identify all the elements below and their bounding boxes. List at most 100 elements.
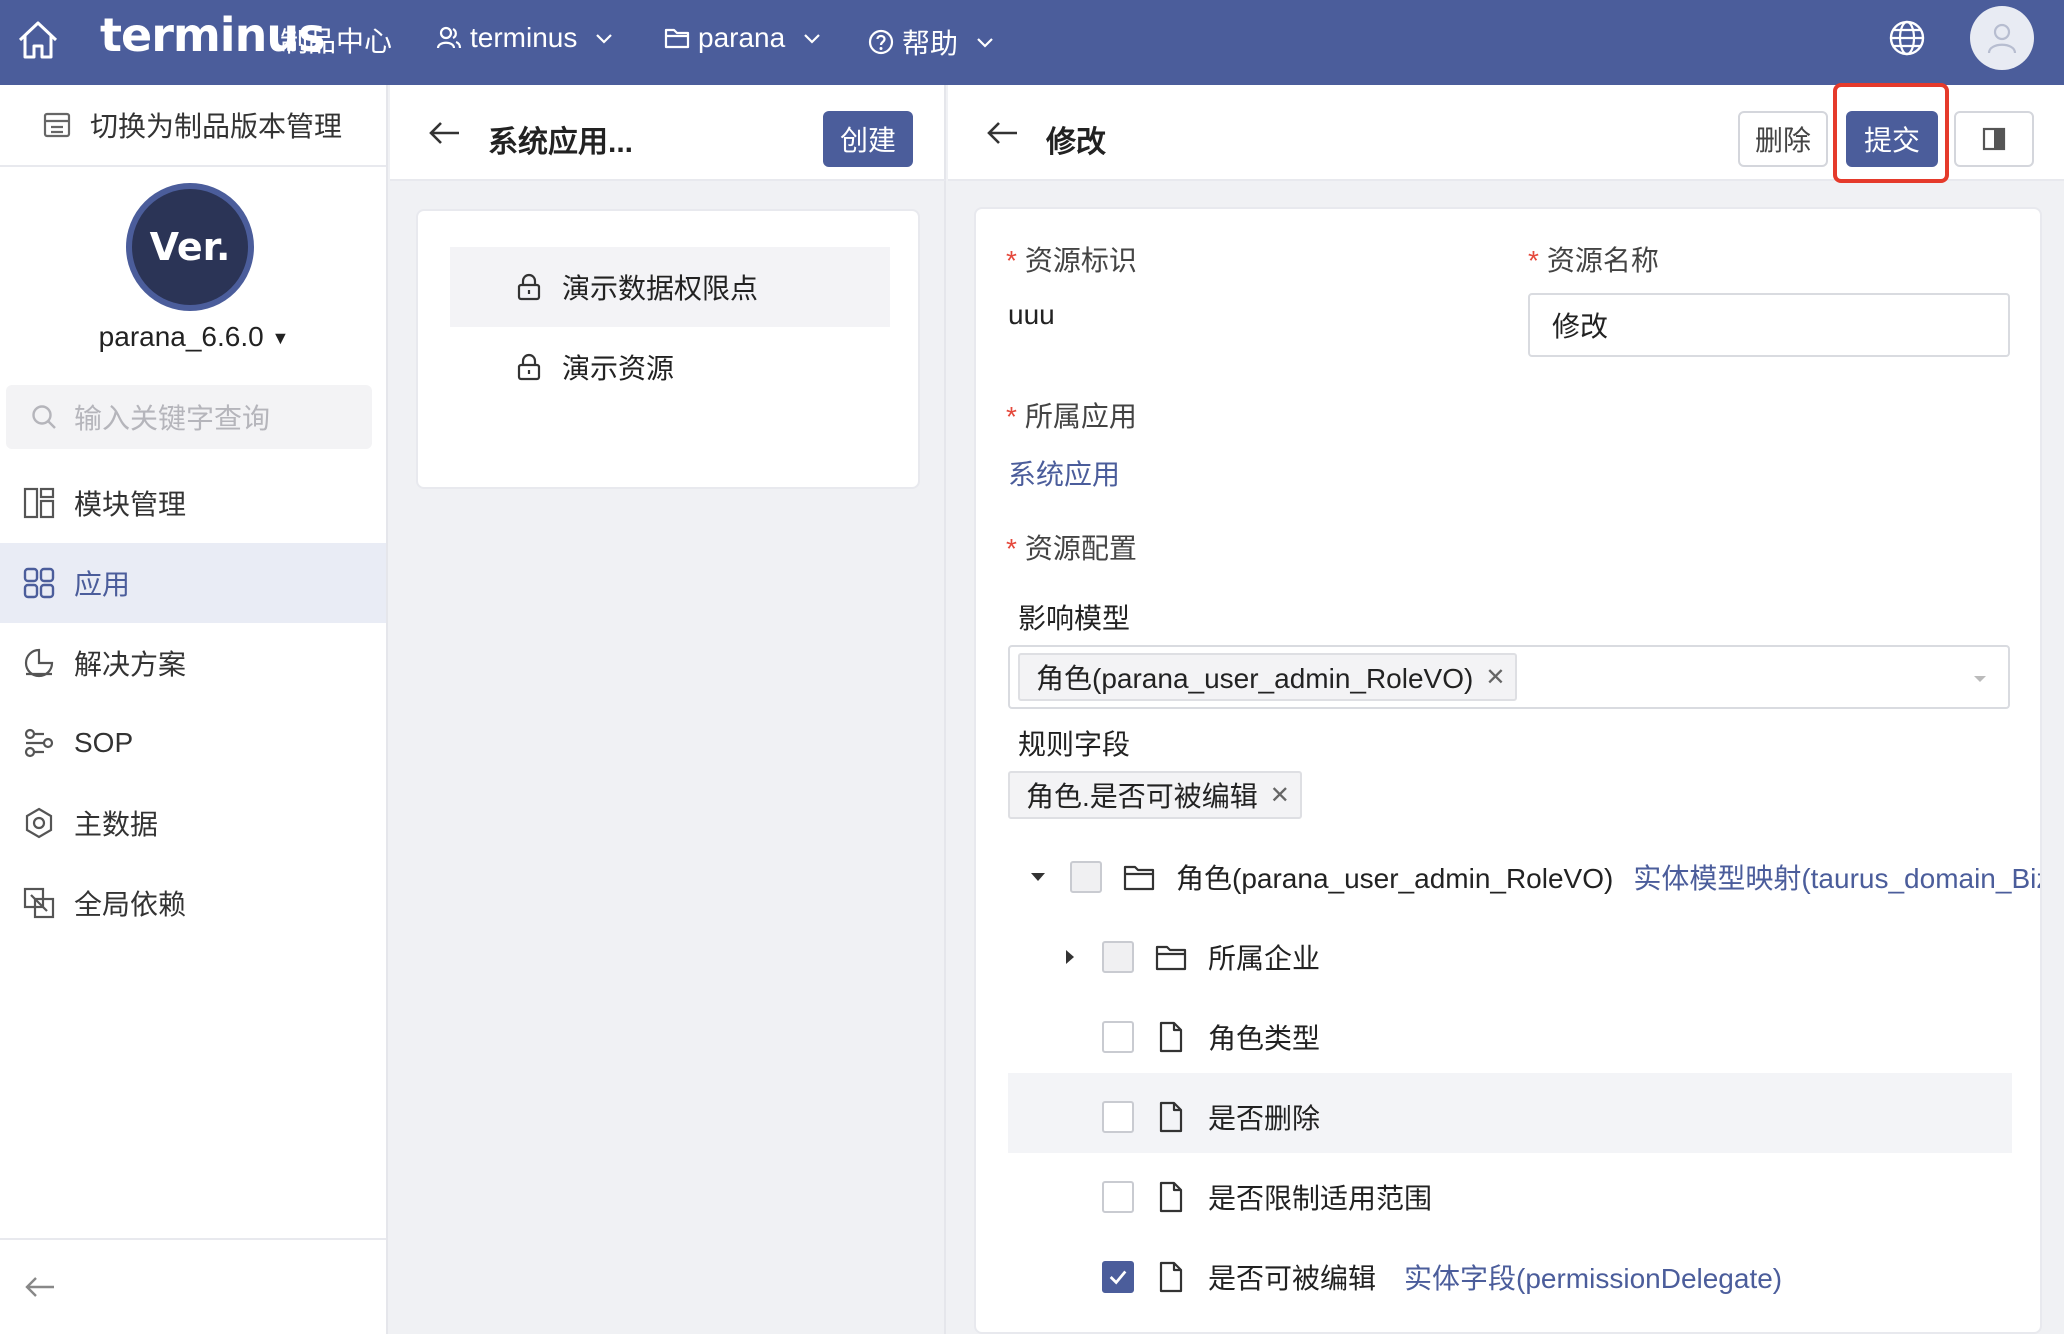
- model-label: 影响模型: [1018, 603, 1131, 634]
- resource-name-input[interactable]: 修改: [1528, 293, 2010, 357]
- sidebar-item-master-data[interactable]: 主数据: [0, 783, 386, 863]
- close-icon[interactable]: ✕: [1270, 781, 1290, 810]
- search-icon: [32, 405, 56, 429]
- home-icon[interactable]: [16, 18, 60, 62]
- tree-node-field-link[interactable]: 实体字段(permissionDelegate): [1404, 1257, 1782, 1297]
- sidebar-search-input[interactable]: 输入关键字查询: [6, 385, 372, 449]
- middle-panel-header: 系统应用... 创建: [390, 85, 946, 181]
- switch-to-version-management[interactable]: 切换为制品版本管理: [0, 85, 386, 167]
- back-arrow-icon[interactable]: [426, 115, 462, 151]
- top-navigation-bar: terminus 制品中心 terminus parana 帮助: [0, 0, 2064, 85]
- project-name: parana: [698, 22, 786, 53]
- toggle-panel-button[interactable]: [1954, 111, 2034, 167]
- solution-icon: [24, 648, 54, 678]
- user-name: terminus: [470, 22, 578, 53]
- tree-node-is-deleted[interactable]: 是否删除: [1102, 1097, 1320, 1137]
- tree-node-root[interactable]: 角色(parana_user_admin_RoleVO) 实体模型映射(taur…: [1026, 857, 2040, 897]
- sidebar-item-apps[interactable]: 应用: [0, 543, 386, 623]
- back-arrow-icon[interactable]: [984, 115, 1020, 151]
- version-label: parana_6.6.0: [98, 321, 264, 352]
- tree-checkbox[interactable]: [1102, 1021, 1134, 1053]
- app-link[interactable]: 系统应用: [1008, 453, 1120, 493]
- resource-name-label: * 资源名称: [1528, 245, 1659, 276]
- model-tag: 角色(parana_user_admin_RoleVO) ✕: [1018, 653, 1518, 701]
- dependency-icon: [23, 887, 55, 919]
- left-sidebar: 切换为制品版本管理 Ver. parana_6.6.0 ▼ 输入关键字查询 模块…: [0, 85, 388, 1334]
- tree-checkbox[interactable]: [1102, 941, 1134, 973]
- master-data-icon: [25, 807, 53, 839]
- tree-node-editable[interactable]: 是否可被编辑 实体字段(permissionDelegate): [1102, 1257, 1782, 1297]
- edit-form-card: * 资源标识 uuu * 资源名称 修改 * 所属应用 系统应用 * 资源配置 影响模型…: [974, 207, 2042, 1334]
- logo-text: Ver.: [149, 225, 231, 269]
- resource-id-label: * 资源标识: [1006, 245, 1137, 276]
- caret-down-icon[interactable]: [1026, 865, 1050, 889]
- config-label: * 资源配置: [1006, 533, 1137, 564]
- rule-tag-label: 角色.是否可被编辑: [1026, 781, 1258, 812]
- sidebar-item-modules[interactable]: 模块管理: [0, 463, 386, 543]
- file-icon: [1159, 1261, 1183, 1293]
- version-selector[interactable]: parana_6.6.0 ▼: [0, 321, 388, 353]
- chevron-down-icon: [977, 38, 993, 48]
- delete-button[interactable]: 删除: [1738, 111, 1828, 167]
- sidebar-item-solutions[interactable]: 解决方案: [0, 623, 386, 703]
- user-menu[interactable]: terminus: [436, 22, 615, 54]
- tree-node-label: 所属企业: [1208, 943, 1321, 974]
- tree-checkbox-checked[interactable]: [1102, 1261, 1134, 1293]
- calendar-icon: [43, 112, 71, 138]
- checkmark-icon: [1109, 1270, 1127, 1285]
- module-icon: [23, 487, 55, 519]
- list-item[interactable]: 演示资源: [450, 327, 890, 407]
- chevron-down-icon: [804, 34, 820, 44]
- user-icon: [436, 26, 462, 49]
- caret-right-icon[interactable]: [1058, 945, 1082, 969]
- tree-checkbox[interactable]: [1102, 1101, 1134, 1133]
- rule-field-tag: 角色.是否可被编辑 ✕: [1008, 771, 1302, 819]
- caret-down-icon: [1974, 676, 1986, 682]
- model-select[interactable]: 角色(parana_user_admin_RoleVO) ✕: [1008, 645, 2010, 709]
- project-menu[interactable]: parana: [664, 22, 823, 54]
- sop-icon: [24, 728, 54, 758]
- list-item-label: 演示资源: [562, 353, 675, 384]
- help-icon: [868, 29, 894, 55]
- tree-node-role-type[interactable]: 角色类型: [1102, 1017, 1320, 1057]
- product-logo: Ver.: [126, 183, 254, 311]
- app-grid-icon: [23, 567, 55, 599]
- language-globe-icon[interactable]: [1888, 19, 1926, 57]
- sidebar-item-label: 全局依赖: [74, 889, 187, 920]
- panel-title: 系统应用...: [488, 126, 634, 159]
- close-icon[interactable]: ✕: [1485, 663, 1505, 692]
- file-icon: [1159, 1101, 1183, 1133]
- file-icon: [1159, 1181, 1183, 1213]
- list-item[interactable]: 演示数据权限点: [450, 247, 890, 327]
- switch-label: 切换为制品版本管理: [90, 111, 343, 142]
- help-label: 帮助: [902, 28, 959, 59]
- sidebar-item-label: 主数据: [74, 809, 159, 840]
- sidebar-collapse-button[interactable]: [0, 1238, 386, 1334]
- tree-node-limit-scope[interactable]: 是否限制适用范围: [1102, 1177, 1432, 1217]
- chevron-down-icon: [596, 34, 613, 44]
- sidebar-item-label: SOP: [74, 727, 134, 758]
- resource-id-value: uuu: [1008, 299, 1055, 330]
- list-item-label: 演示数据权限点: [562, 273, 759, 304]
- sidebar-item-label: 模块管理: [74, 489, 187, 520]
- arrow-left-icon: [25, 1277, 54, 1297]
- sidebar-item-sop[interactable]: SOP: [0, 703, 386, 783]
- submit-highlight-outline: [1833, 83, 1949, 183]
- tree-checkbox[interactable]: [1102, 1181, 1134, 1213]
- caret-down-icon: ▼: [271, 328, 290, 349]
- tree-node-label: 是否限制适用范围: [1208, 1183, 1433, 1214]
- side-panel-icon: [1982, 127, 2006, 151]
- create-button[interactable]: 创建: [823, 111, 913, 167]
- user-avatar[interactable]: [1970, 6, 2034, 70]
- sidebar-item-dependencies[interactable]: 全局依赖: [0, 863, 386, 943]
- lock-icon: [517, 353, 541, 381]
- help-menu[interactable]: 帮助: [868, 22, 996, 62]
- folder-icon: [664, 28, 690, 49]
- tree-node-enterprise[interactable]: 所属企业: [1058, 937, 1320, 977]
- folder-icon: [1123, 865, 1155, 891]
- tree-node-mapping-link[interactable]: 实体模型映射(taurus_domain_BizOb: [1633, 857, 2040, 897]
- tree-checkbox[interactable]: [1070, 861, 1102, 893]
- panel-title: 修改: [1046, 126, 1106, 159]
- folder-icon: [1155, 945, 1187, 971]
- sidebar-item-label: 解决方案: [74, 649, 187, 680]
